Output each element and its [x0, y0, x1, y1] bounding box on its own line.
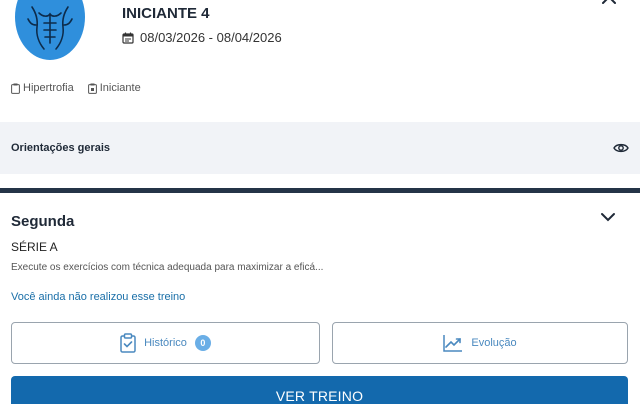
- expand-day-button[interactable]: [600, 210, 616, 228]
- chevron-up-icon: [602, 0, 616, 4]
- trend-chart-icon: [443, 335, 463, 352]
- clipboard-check-icon: [120, 333, 136, 353]
- history-button-label: Histórico: [144, 337, 187, 349]
- chevron-down-icon: [601, 213, 615, 222]
- evolution-button[interactable]: Evolução: [332, 322, 628, 364]
- workout-series: SÉRIE A: [11, 240, 58, 254]
- history-count-badge: 0: [194, 335, 211, 351]
- workout-description: Execute os exercícios com técnica adequa…: [11, 262, 324, 273]
- tag-goal: Hipertrofia: [11, 82, 74, 94]
- workout-day-title: Segunda: [11, 213, 75, 230]
- eye-icon[interactable]: [613, 142, 629, 154]
- collapse-plan-button[interactable]: [600, 0, 618, 10]
- avatar: [15, 0, 85, 60]
- plan-date-range: 08/03/2026 - 08/04/2026: [140, 30, 282, 45]
- clipboard-level-icon: [87, 83, 97, 94]
- view-workout-button[interactable]: VER TREINO: [11, 376, 628, 404]
- tag-level: Iniciante: [87, 82, 141, 94]
- clipboard-icon: [11, 83, 20, 94]
- workout-plan-screen: INICIANTE 4 08/03/2026 - 08/04/2026 Hipe…: [0, 0, 640, 404]
- general-orientations-label: Orientações gerais: [11, 142, 111, 154]
- section-divider: [0, 188, 640, 193]
- history-button[interactable]: Histórico 0: [11, 322, 320, 364]
- general-orientations-row[interactable]: Orientações gerais: [0, 122, 640, 174]
- workout-status: Você ainda não realizou esse treino: [11, 291, 186, 303]
- evolution-button-label: Evolução: [471, 337, 517, 349]
- tag-level-label: Iniciante: [99, 82, 141, 94]
- plan-tags: Hipertrofia Iniciante: [11, 82, 141, 94]
- plan-dates: 08/03/2026 - 08/04/2026: [122, 30, 282, 45]
- tag-goal-label: Hipertrofia: [23, 82, 74, 94]
- torso-muscle-icon: [27, 6, 73, 50]
- calendar-icon: [122, 32, 134, 44]
- plan-title: INICIANTE 4: [122, 5, 210, 22]
